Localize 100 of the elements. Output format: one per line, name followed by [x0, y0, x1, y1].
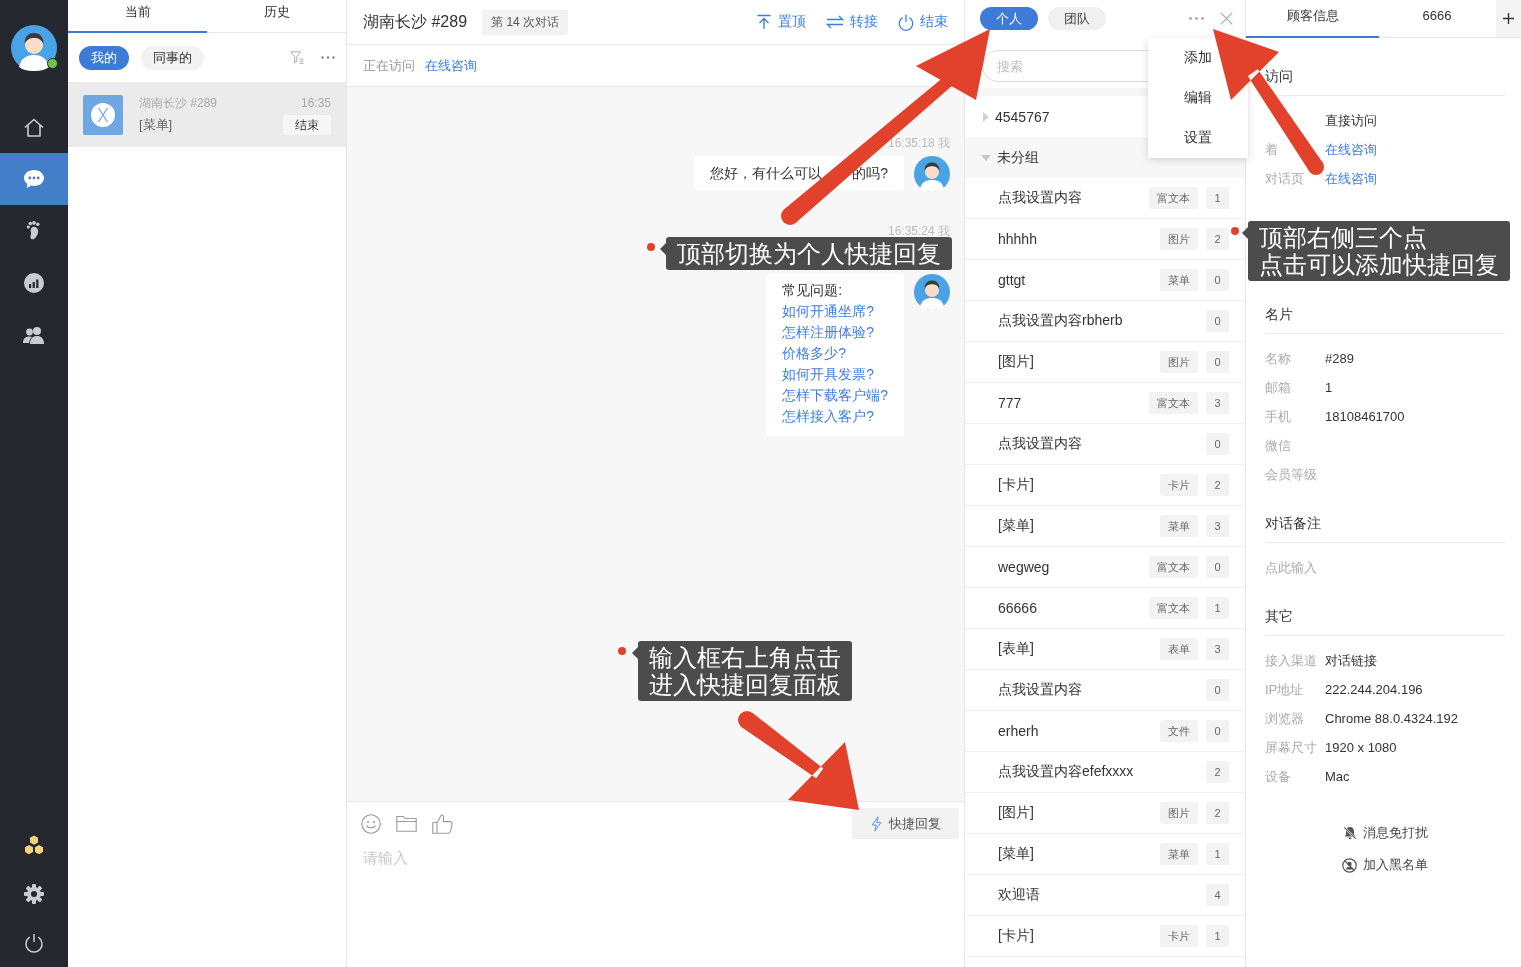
- info-label: 会员等级: [1265, 466, 1317, 482]
- quick-reply-item[interactable]: 点我设置内容efefxxxx 2: [965, 752, 1245, 793]
- section-title: 名片: [1265, 304, 1505, 334]
- more-icon[interactable]: [321, 56, 335, 59]
- quick-reply-item[interactable]: [卡片] 卡片 2: [965, 465, 1245, 506]
- caret-down-icon: [981, 154, 991, 161]
- quick-reply-item[interactable]: 点我设置内容 0: [965, 670, 1245, 711]
- more-icon[interactable]: [1189, 17, 1204, 20]
- tab[interactable]: 历史: [207, 0, 346, 33]
- quick-reply-item[interactable]: [图片] 图片 2: [965, 793, 1245, 834]
- info-label: 名称: [1265, 350, 1291, 366]
- reply-title: 欢迎语: [998, 886, 1040, 904]
- reply-title: hhhhh: [998, 231, 1037, 247]
- reply-title: 点我设置内容efefxxxx: [998, 763, 1134, 781]
- type-tag: 表单: [1160, 638, 1198, 660]
- info-value: 1920 x 1080: [1325, 740, 1397, 755]
- thumbs-up-icon[interactable]: [432, 813, 453, 834]
- segment-tab[interactable]: 个人: [980, 7, 1038, 30]
- quick-reply-item[interactable]: wegweg 富文本 0: [965, 547, 1245, 588]
- chat-title: 湖南长沙 #289: [363, 11, 468, 32]
- quick-reply-button[interactable]: 快捷回复: [852, 808, 959, 839]
- hexagons-icon: [23, 834, 45, 855]
- group-name: 4545767: [995, 108, 1050, 125]
- count-badge: 0: [1206, 433, 1229, 455]
- blacklist-button[interactable]: 加入黑名单: [1342, 849, 1428, 881]
- avatar-icon[interactable]: [11, 25, 57, 71]
- reply-title: [图片]: [998, 804, 1034, 822]
- reply-title: erherh: [998, 723, 1039, 739]
- info-label: IP地址: [1265, 681, 1304, 697]
- annotation-marker-icon: [618, 647, 638, 659]
- faq-link[interactable]: 如何开具发票?: [782, 364, 888, 385]
- type-tag: 菜单: [1160, 269, 1198, 291]
- count-badge: 0: [1206, 269, 1229, 291]
- visitor-avatar-icon: [83, 94, 123, 135]
- filter-chip[interactable]: 同事的: [141, 45, 204, 70]
- faq-link[interactable]: 怎样接入客户?: [782, 406, 888, 427]
- home-icon: [24, 117, 44, 137]
- folder-icon[interactable]: [396, 815, 417, 832]
- faq-link[interactable]: 怎样下载客户端?: [782, 385, 888, 406]
- count-badge: 1: [1206, 187, 1229, 209]
- filter-chip[interactable]: 我的: [79, 45, 129, 70]
- group-name: 未分组: [997, 148, 1039, 167]
- end-button[interactable]: 结束: [283, 115, 331, 135]
- faq-link[interactable]: 怎样注册体验?: [782, 322, 888, 343]
- quick-reply-item[interactable]: [表单] 表单 3: [965, 629, 1245, 670]
- mute-button[interactable]: 消息免打扰: [1342, 817, 1428, 849]
- info-link[interactable]: 在线咨询: [1325, 169, 1377, 188]
- tab[interactable]: 当前: [68, 0, 207, 33]
- type-tag: 文件: [1160, 720, 1198, 742]
- count-badge: 0: [1206, 310, 1229, 332]
- quick-reply-item[interactable]: 777 富文本 3: [965, 383, 1245, 424]
- info-value: Chrome 88.0.4324.192: [1325, 711, 1458, 726]
- chat-bubble-icon: [23, 169, 45, 189]
- quick-reply-item[interactable]: 66666 富文本 1: [965, 588, 1245, 629]
- count-badge: 1: [1206, 597, 1229, 619]
- transfer-button[interactable]: 转接: [826, 13, 878, 31]
- info-value: 对话链接: [1325, 651, 1377, 670]
- faq-link[interactable]: 价格多少?: [782, 343, 888, 364]
- quick-reply-item[interactable]: hhhhh 图片 2: [965, 219, 1245, 260]
- quick-reply-item[interactable]: gttgt 菜单 0: [965, 260, 1245, 301]
- reply-title: 66666: [998, 600, 1037, 616]
- quick-reply-item[interactable]: erherh 文件 0: [965, 711, 1245, 752]
- visit-page-link[interactable]: 在线咨询: [425, 56, 477, 75]
- type-tag: 卡片: [1160, 925, 1198, 947]
- type-tag: 富文本: [1149, 392, 1198, 414]
- quick-reply-item[interactable]: [卡片] 卡片 1: [965, 916, 1245, 957]
- count-badge: 0: [1206, 556, 1229, 578]
- type-tag: 富文本: [1149, 556, 1198, 578]
- count-badge: 3: [1206, 515, 1229, 537]
- type-tag: 菜单: [1160, 515, 1198, 537]
- reply-title: [菜单]: [998, 517, 1034, 535]
- info-label: 对话页: [1265, 170, 1304, 186]
- conversation-count-badge: 第 14 次对话: [482, 9, 569, 35]
- reply-title: 点我设置内容: [998, 681, 1082, 699]
- quick-reply-item[interactable]: [菜单] 菜单 3: [965, 506, 1245, 547]
- emoji-icon[interactable]: [361, 813, 381, 834]
- add-tab-button[interactable]: [1496, 0, 1521, 37]
- segment-tab[interactable]: 团队: [1048, 7, 1106, 30]
- quick-reply-item[interactable]: [菜单] 菜单 1: [965, 834, 1245, 875]
- info-link[interactable]: 在线咨询: [1325, 140, 1377, 159]
- reply-title: 777: [998, 395, 1022, 411]
- type-tag: 图片: [1160, 351, 1198, 373]
- quick-reply-item[interactable]: 点我设置内容rbherb 0: [965, 301, 1245, 342]
- quick-reply-item[interactable]: 欢迎语 4: [965, 875, 1245, 916]
- pin-top-button[interactable]: 置顶: [756, 13, 806, 31]
- quick-reply-item[interactable]: [图片] 图片 0: [965, 342, 1245, 383]
- reply-title: 点我设置内容: [998, 189, 1082, 207]
- info-label: 邮箱: [1265, 379, 1291, 395]
- tab[interactable]: 6666: [1379, 0, 1495, 38]
- conversation-time: 16:35: [300, 95, 331, 112]
- info-value: 直接访问: [1325, 111, 1377, 130]
- block-user-icon: [1342, 857, 1357, 873]
- count-badge: 2: [1206, 761, 1229, 783]
- quick-reply-item[interactable]: 点我设置内容 0: [965, 424, 1245, 465]
- tab[interactable]: 顾客信息: [1246, 0, 1379, 38]
- quick-reply-item[interactable]: 点我设置内容 富文本 1: [965, 178, 1245, 219]
- count-badge: 2: [1206, 228, 1229, 250]
- end-chat-button[interactable]: 结束: [898, 13, 948, 31]
- faq-link[interactable]: 如何开通坐席?: [782, 301, 888, 322]
- conversation-item[interactable]: 湖南长沙 #289 16:35 [菜单] 结束: [68, 82, 346, 147]
